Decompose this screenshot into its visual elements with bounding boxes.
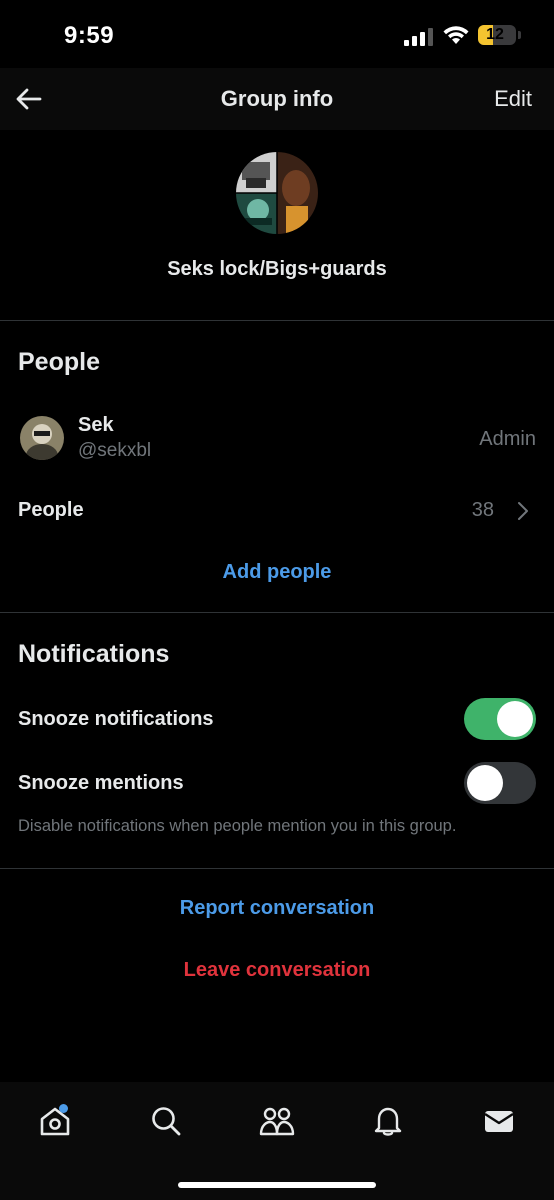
status-bar: 9:59 12 [0, 0, 554, 68]
status-time: 9:59 [64, 22, 115, 49]
home-indicator [178, 1182, 376, 1188]
toggle-knob [467, 765, 503, 801]
divider [0, 612, 554, 613]
battery-level: 12 [486, 26, 504, 43]
snooze-mentions-label: Snooze mentions [18, 772, 184, 794]
nav-bar: Group info Edit [0, 68, 554, 130]
communities-icon [259, 1107, 295, 1136]
divider [0, 320, 554, 321]
tab-messages[interactable] [469, 1096, 529, 1146]
home-badge-dot [59, 1104, 68, 1113]
group-name: Seks lock/Bigs+guards [167, 258, 387, 280]
tab-home[interactable] [25, 1096, 85, 1146]
battery-icon: 12 [478, 25, 516, 45]
member-role: Admin [479, 428, 536, 450]
report-conversation-button[interactable]: Report conversation [0, 897, 554, 920]
people-count: 38 [471, 499, 494, 521]
tab-search[interactable] [136, 1096, 196, 1146]
chevron-right-icon[interactable] [514, 500, 532, 522]
snooze-mentions-hint: Disable notifications when people mentio… [18, 817, 457, 835]
member-handle: @sekxbl [78, 440, 152, 461]
arrow-left-icon[interactable] [14, 84, 44, 114]
search-icon [152, 1107, 181, 1136]
snooze-notifications-toggle[interactable] [464, 698, 536, 740]
bell-icon [374, 1107, 402, 1136]
member-name[interactable]: Sek [78, 414, 114, 437]
tab-communities[interactable] [247, 1096, 307, 1146]
battery-cap [518, 31, 521, 39]
member-avatar-image [20, 416, 64, 460]
edit-button[interactable]: Edit [494, 86, 532, 112]
avatar[interactable] [20, 416, 64, 460]
people-row-label[interactable]: People [18, 499, 84, 522]
snooze-notifications-label: Snooze notifications [18, 708, 214, 730]
notifications-section-title: Notifications [18, 640, 170, 668]
leave-conversation-button[interactable]: Leave conversation [0, 959, 554, 982]
wifi-icon [443, 26, 469, 44]
mail-icon [484, 1111, 514, 1132]
group-avatar-image [236, 152, 318, 234]
toggle-knob [497, 701, 533, 737]
snooze-mentions-toggle[interactable] [464, 762, 536, 804]
people-section-title: People [18, 348, 100, 376]
page-title: Group info [220, 86, 334, 111]
tab-notifications[interactable] [358, 1096, 418, 1146]
divider [0, 868, 554, 869]
tab-bar [0, 1082, 554, 1200]
cellular-signal-icon [404, 28, 433, 46]
add-people-button[interactable]: Add people [0, 561, 554, 584]
group-avatar[interactable] [236, 152, 318, 234]
